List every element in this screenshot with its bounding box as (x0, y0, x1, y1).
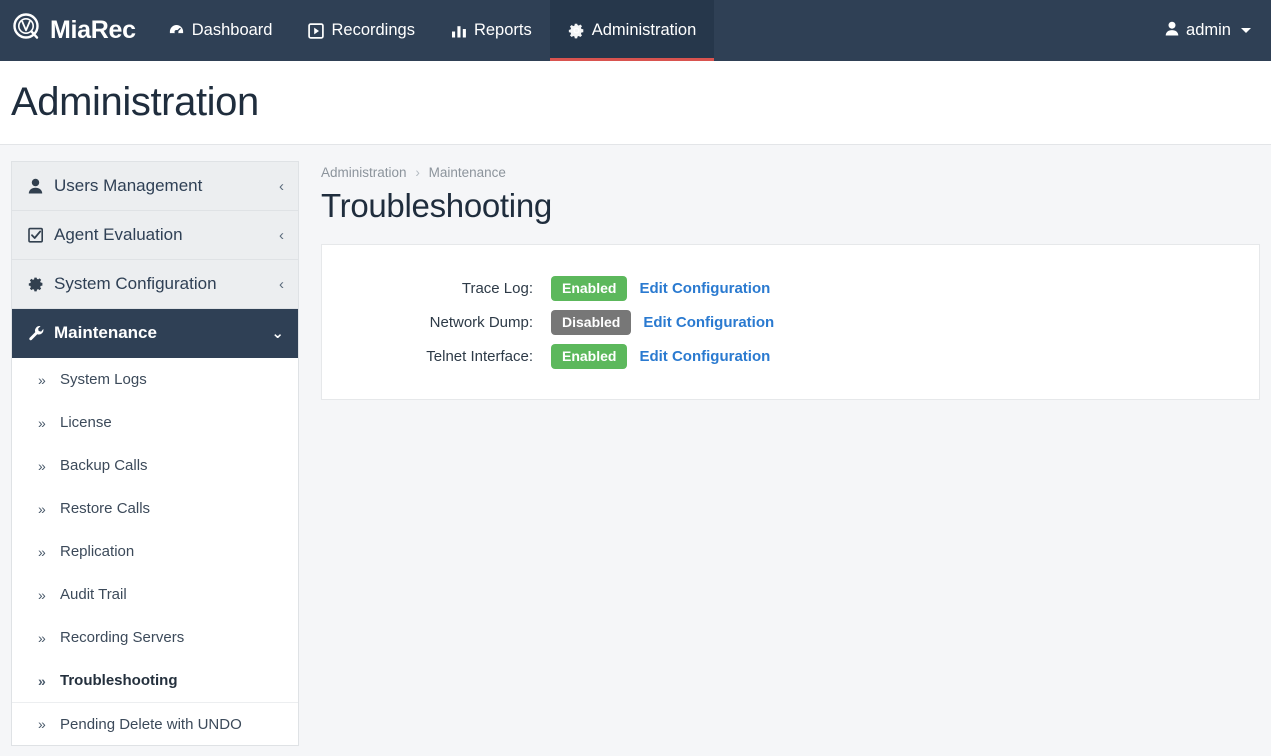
double-chevron-right-icon: » (38, 629, 46, 646)
sidebar-group-system-configuration[interactable]: System Configuration ‹ (12, 260, 298, 309)
nav-item-dashboard[interactable]: Dashboard (150, 0, 291, 61)
main-content: Administration › Maintenance Troubleshoo… (299, 155, 1260, 400)
sidebar-item-troubleshooting[interactable]: » Troubleshooting (12, 659, 298, 702)
brand-logo-link[interactable]: MiaRec (0, 0, 150, 61)
page-header: Administration (0, 61, 1271, 145)
sidebar-item-label: Replication (60, 543, 135, 560)
nav-item-reports[interactable]: Reports (433, 0, 550, 61)
double-chevron-right-icon: » (38, 716, 46, 732)
double-chevron-right-icon: » (38, 586, 46, 603)
nav-item-administration[interactable]: Administration (549, 0, 715, 61)
double-chevron-right-icon: » (38, 543, 46, 560)
status-badge: Disabled (551, 309, 632, 335)
sidebar-item-recording-servers[interactable]: » Recording Servers (12, 616, 298, 659)
nav-item-label: Reports (473, 21, 532, 39)
page-body: Users Management ‹ Agent Evaluation ‹ Sy… (0, 145, 1271, 755)
miarec-circle-logo-icon (12, 12, 42, 49)
chevron-left-icon: ‹ (279, 226, 284, 244)
user-icon (28, 178, 54, 194)
sidebar-group-label: System Configuration (54, 274, 217, 293)
admin-sidebar: Users Management ‹ Agent Evaluation ‹ Sy… (11, 161, 299, 746)
page-title: Administration (11, 80, 259, 124)
nav-item-recordings[interactable]: Recordings (290, 0, 432, 61)
sidebar-item-replication[interactable]: » Replication (12, 530, 298, 573)
sidebar-item-pending-delete-with-undo[interactable]: » Pending Delete with UNDO (12, 702, 298, 745)
edit-configuration-link[interactable]: Edit Configuration (643, 314, 774, 331)
check-square-icon (28, 227, 54, 243)
sidebar-item-label: Recording Servers (60, 629, 185, 646)
nav-item-label: Dashboard (191, 21, 273, 39)
sidebar-item-backup-calls[interactable]: » Backup Calls (12, 444, 298, 487)
user-menu-label: admin (1186, 21, 1231, 39)
top-navbar: MiaRec Dashboard Recordings Reports Admi… (0, 0, 1271, 61)
gear-icon (568, 22, 585, 39)
double-chevron-right-icon: » (38, 414, 46, 431)
sidebar-group-agent-evaluation[interactable]: Agent Evaluation ‹ (12, 211, 298, 260)
setting-row-telnet-interface: Telnet Interface: Enabled Edit Configura… (342, 339, 1239, 373)
setting-row-trace-log: Trace Log: Enabled Edit Configuration (342, 271, 1239, 305)
sidebar-group-users-management[interactable]: Users Management ‹ (12, 162, 298, 211)
user-icon (1165, 21, 1179, 41)
chevron-left-icon: ‹ (279, 177, 284, 195)
status-badge: Enabled (551, 343, 628, 369)
sidebar-group-label: Users Management (54, 176, 203, 195)
status-badge: Enabled (551, 275, 628, 301)
user-menu-button[interactable]: admin (1165, 21, 1251, 41)
sidebar-item-label: Backup Calls (60, 457, 148, 474)
double-chevron-right-icon: » (38, 457, 46, 474)
double-chevron-right-icon: » (38, 500, 46, 517)
tachometer-icon (168, 22, 185, 39)
nav-item-label: Recordings (331, 21, 415, 39)
sidebar-item-restore-calls[interactable]: » Restore Calls (12, 487, 298, 530)
setting-row-network-dump: Network Dump: Disabled Edit Configuratio… (342, 305, 1239, 339)
nav-item-label: Administration (591, 21, 697, 39)
setting-label: Telnet Interface: (426, 347, 533, 365)
sidebar-item-system-logs[interactable]: » System Logs (12, 358, 298, 401)
chevron-down-icon: ⌄ (271, 324, 284, 342)
breadcrumb-item-administration[interactable]: Administration (321, 165, 407, 180)
bar-chart-icon (451, 23, 467, 39)
sidebar-group-label: Maintenance (54, 323, 157, 342)
troubleshooting-panel: Trace Log: Enabled Edit Configuration Ne… (321, 244, 1260, 400)
sidebar-item-label: Pending Delete with UNDO (60, 715, 242, 733)
double-chevron-right-icon: » (38, 371, 46, 388)
sidebar-item-label: Audit Trail (60, 586, 127, 603)
wrench-icon (28, 325, 54, 342)
edit-configuration-link[interactable]: Edit Configuration (639, 280, 770, 297)
navbar-items: Dashboard Recordings Reports Administrat… (150, 0, 715, 61)
brand-name: MiaRec (50, 16, 136, 44)
double-chevron-right-icon: » (38, 672, 46, 689)
chevron-left-icon: ‹ (279, 275, 284, 293)
sidebar-item-label: Troubleshooting (60, 672, 178, 689)
edit-configuration-link[interactable]: Edit Configuration (639, 348, 770, 365)
navbar-right: admin (1165, 0, 1271, 61)
sidebar-item-audit-trail[interactable]: » Audit Trail (12, 573, 298, 616)
content-heading: Troubleshooting (321, 187, 552, 224)
setting-label: Trace Log: (461, 279, 533, 297)
sidebar-group-maintenance[interactable]: Maintenance ⌄ (12, 309, 298, 358)
setting-label: Network Dump: (429, 313, 533, 331)
breadcrumb-separator-icon: › (415, 165, 420, 180)
sidebar-item-label: System Logs (60, 371, 147, 388)
breadcrumb: Administration › Maintenance (321, 165, 1260, 180)
sidebar-item-label: Restore Calls (60, 500, 151, 517)
sidebar-item-label: License (60, 414, 112, 431)
sidebar-item-license[interactable]: » License (12, 401, 298, 444)
breadcrumb-item-maintenance[interactable]: Maintenance (429, 165, 506, 180)
sidebar-group-label: Agent Evaluation (54, 225, 183, 244)
caret-down-icon (1241, 28, 1251, 33)
gear-icon (28, 276, 54, 292)
play-square-icon (308, 22, 325, 39)
